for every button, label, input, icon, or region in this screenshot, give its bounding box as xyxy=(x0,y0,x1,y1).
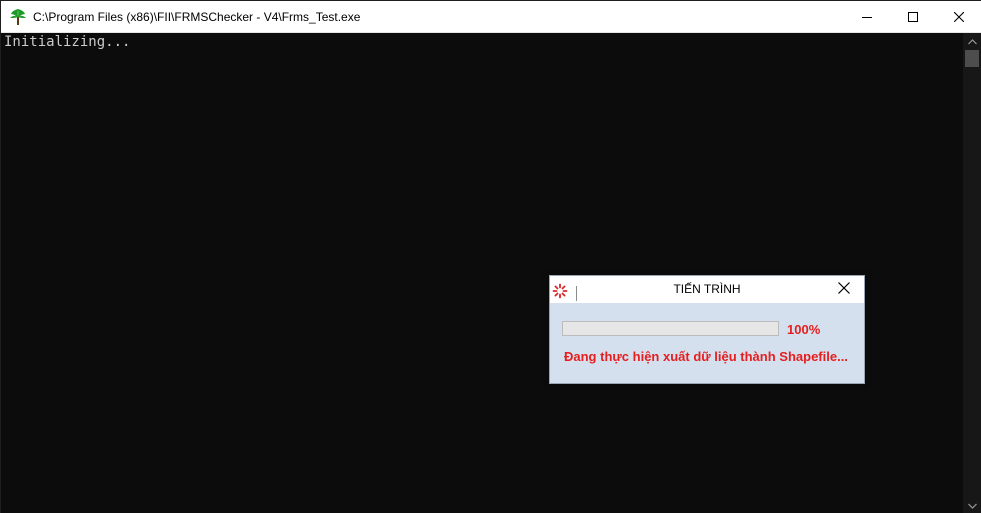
close-button[interactable] xyxy=(936,1,981,32)
minimize-button[interactable] xyxy=(844,1,890,32)
status-message: Đang thực hiện xuất dữ liệu thành Shapef… xyxy=(564,349,848,364)
console-line: Initializing... xyxy=(4,34,131,50)
console-output[interactable]: Initializing... xyxy=(1,33,963,513)
title-bar[interactable]: C:\Program Files (x86)\FII\FRMSChecker -… xyxy=(1,1,981,33)
progress-bar xyxy=(562,321,779,336)
dialog-title: TIẾN TRÌNH xyxy=(673,282,741,296)
chevron-down-icon xyxy=(967,496,977,513)
minimize-icon xyxy=(862,12,872,22)
dialog-title-bar[interactable]: TIẾN TRÌNH xyxy=(550,276,864,303)
progress-percent: 100% xyxy=(787,322,821,337)
progress-dialog: TIẾN TRÌNH 100% Đang thực hiện xuất dữ l… xyxy=(549,275,865,384)
vertical-scrollbar[interactable] xyxy=(963,33,981,513)
chevron-up-icon xyxy=(967,32,977,50)
close-icon xyxy=(838,281,850,299)
dialog-close-button[interactable] xyxy=(834,280,854,300)
console-window: C:\Program Files (x86)\FII\FRMSChecker -… xyxy=(0,0,981,513)
tree-icon xyxy=(9,8,27,26)
scroll-down-button[interactable] xyxy=(963,497,981,513)
maximize-button[interactable] xyxy=(890,1,936,32)
scroll-thumb[interactable] xyxy=(965,50,979,67)
scroll-up-button[interactable] xyxy=(963,33,981,49)
close-icon xyxy=(954,11,964,22)
progress-fill xyxy=(563,322,778,335)
maximize-icon xyxy=(908,11,918,22)
window-title: C:\Program Files (x86)\FII\FRMSChecker -… xyxy=(33,10,361,24)
